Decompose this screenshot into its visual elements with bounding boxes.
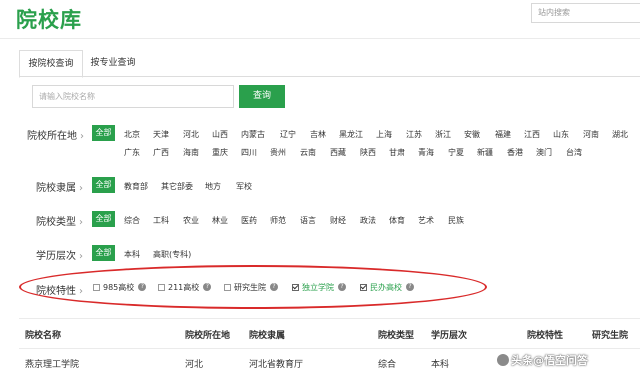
- location-option[interactable]: 山东: [553, 129, 569, 140]
- type-all-badge[interactable]: 全部: [92, 211, 115, 227]
- chevron-right-icon: ›: [80, 131, 84, 142]
- location-option[interactable]: 山西: [212, 129, 228, 140]
- location-option[interactable]: 西藏: [330, 147, 346, 158]
- type-option[interactable]: 财经: [330, 215, 346, 226]
- watermark: 头条@悟空问答: [511, 354, 588, 367]
- school-name-input[interactable]: 请输入院校名称: [32, 85, 234, 108]
- affiliation-option[interactable]: 军校: [236, 181, 252, 192]
- location-option[interactable]: 河北: [183, 129, 199, 140]
- table-cell: 河北: [185, 360, 204, 370]
- type-option[interactable]: 语言: [300, 215, 316, 226]
- location-option[interactable]: 安徽: [464, 129, 480, 140]
- location-filter-label: 院校所在地 ›: [27, 127, 84, 142]
- level-filter-label: 学历层次 ›: [36, 247, 83, 262]
- location-label-text: 院校所在地: [27, 131, 77, 142]
- table-header-cell: 院校名称: [25, 331, 62, 341]
- location-option[interactable]: 吉林: [310, 129, 326, 140]
- affiliation-all-badge[interactable]: 全部: [92, 177, 115, 193]
- type-option[interactable]: 林业: [212, 215, 228, 226]
- affiliation-option[interactable]: 其它部委: [161, 181, 193, 192]
- table-top-border: [19, 318, 640, 319]
- chevron-right-icon: ›: [79, 183, 83, 194]
- table-header-cell: 院校类型: [378, 331, 415, 341]
- level-label-text: 学历层次: [36, 251, 76, 262]
- chevron-right-icon: ›: [79, 251, 83, 262]
- level-all-badge[interactable]: 全部: [92, 245, 115, 261]
- location-option[interactable]: 陕西: [360, 147, 376, 158]
- location-option[interactable]: 天津: [153, 129, 169, 140]
- type-option[interactable]: 政法: [360, 215, 376, 226]
- location-option[interactable]: 上海: [376, 129, 392, 140]
- affiliation-option[interactable]: 教育部: [124, 181, 148, 192]
- level-option[interactable]: 高职(专科): [153, 249, 191, 260]
- location-option[interactable]: 黑龙江: [339, 129, 363, 140]
- type-option[interactable]: 医药: [241, 215, 257, 226]
- table-header-cell: 研究生院: [592, 331, 629, 341]
- highlight-ellipse: [19, 265, 487, 309]
- location-all-badge[interactable]: 全部: [92, 125, 115, 141]
- type-option[interactable]: 农业: [183, 215, 199, 226]
- tab-by-major[interactable]: 按专业查询: [87, 50, 139, 76]
- type-option[interactable]: 师范: [270, 215, 286, 226]
- location-option[interactable]: 贵州: [270, 147, 286, 158]
- location-option[interactable]: 新疆: [477, 147, 493, 158]
- location-option[interactable]: 江苏: [406, 129, 422, 140]
- location-option[interactable]: 甘肃: [389, 147, 405, 158]
- location-option[interactable]: 香港: [507, 147, 523, 158]
- location-option[interactable]: 云南: [300, 147, 316, 158]
- location-option[interactable]: 浙江: [435, 129, 451, 140]
- location-option[interactable]: 北京: [124, 129, 140, 140]
- table-header-cell: 院校所在地: [185, 331, 231, 341]
- type-filter-label: 院校类型 ›: [36, 213, 83, 228]
- type-option[interactable]: 艺术: [418, 215, 434, 226]
- type-option[interactable]: 综合: [124, 215, 140, 226]
- type-option[interactable]: 体育: [389, 215, 405, 226]
- table-cell: 河北省教育厅: [249, 360, 304, 370]
- tabs-divider: [19, 76, 640, 77]
- site-search-input[interactable]: 站内搜索: [531, 3, 640, 23]
- location-option[interactable]: 青海: [418, 147, 434, 158]
- location-option[interactable]: 重庆: [212, 147, 228, 158]
- affiliation-filter-label: 院校隶属 ›: [36, 179, 83, 194]
- location-option[interactable]: 内蒙古: [241, 129, 265, 140]
- location-option[interactable]: 河南: [583, 129, 599, 140]
- table-header-cell: 院校隶属: [249, 331, 286, 341]
- location-option[interactable]: 四川: [241, 147, 257, 158]
- table-header-cell: 学历层次: [431, 331, 468, 341]
- school-name-link[interactable]: 燕京理工学院: [25, 357, 79, 370]
- location-option[interactable]: 台湾: [566, 147, 582, 158]
- type-label-text: 院校类型: [36, 217, 76, 228]
- table-header-cell: 院校特性: [527, 331, 564, 341]
- header-divider: [0, 38, 640, 39]
- level-option[interactable]: 本科: [124, 249, 140, 260]
- type-option[interactable]: 工科: [153, 215, 169, 226]
- table-header-divider: [19, 348, 640, 349]
- watermark-logo-icon: [497, 354, 509, 366]
- location-option[interactable]: 福建: [495, 129, 511, 140]
- location-option[interactable]: 广东: [124, 147, 140, 158]
- location-option[interactable]: 广西: [153, 147, 169, 158]
- location-option[interactable]: 海南: [183, 147, 199, 158]
- location-option[interactable]: 澳门: [536, 147, 552, 158]
- table-cell: 本科: [431, 360, 450, 370]
- tab-by-school[interactable]: 按院校查询: [19, 50, 83, 78]
- location-option[interactable]: 宁夏: [448, 147, 464, 158]
- location-option[interactable]: 湖北: [612, 129, 628, 140]
- chevron-right-icon: ›: [79, 217, 83, 228]
- affiliation-label-text: 院校隶属: [36, 183, 76, 194]
- affiliation-option[interactable]: 地方: [205, 181, 221, 192]
- page-title: 院校库: [16, 8, 82, 32]
- query-button[interactable]: 查询: [239, 85, 285, 108]
- location-option[interactable]: 辽宁: [280, 129, 296, 140]
- location-option[interactable]: 江西: [524, 129, 540, 140]
- type-option[interactable]: 民族: [448, 215, 464, 226]
- table-cell: 综合: [378, 360, 397, 370]
